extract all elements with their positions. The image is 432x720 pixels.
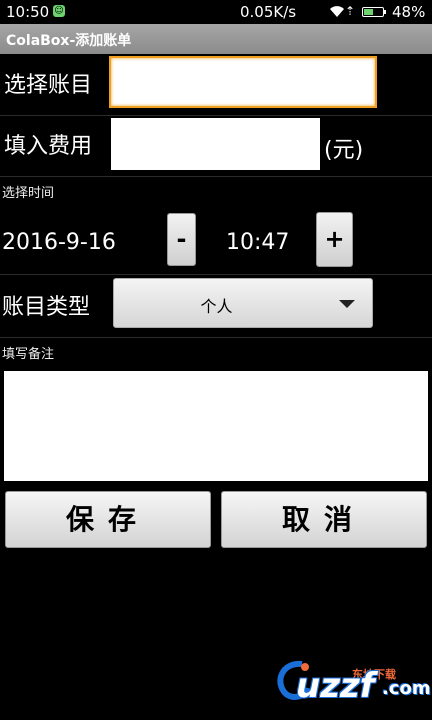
save-button[interactable]: 保存 bbox=[5, 491, 211, 548]
note-label: 填写备注 bbox=[2, 347, 55, 362]
account-field[interactable] bbox=[109, 56, 377, 108]
divider bbox=[0, 337, 432, 338]
type-label: 账目类型 bbox=[2, 295, 91, 320]
wifi-icon bbox=[330, 6, 344, 17]
plus-icon: + bbox=[324, 225, 345, 253]
time-section-label: 选择时间 bbox=[2, 186, 55, 201]
watermark-brand: uzzf bbox=[296, 666, 375, 706]
type-selected-value: 个人 bbox=[200, 297, 233, 316]
note-field[interactable] bbox=[4, 371, 428, 481]
chevron-down-icon bbox=[339, 300, 355, 308]
plus-button[interactable]: + bbox=[316, 212, 353, 267]
cancel-button[interactable]: 取消 bbox=[221, 491, 427, 548]
network-speed: 0.05K/s bbox=[240, 3, 297, 21]
date-display: 2016-9-16 bbox=[2, 230, 116, 255]
title-bar: ColaBox-添加账单 bbox=[0, 24, 432, 54]
battery-fill bbox=[364, 9, 373, 15]
battery-percentage: 48% bbox=[392, 3, 426, 21]
divider bbox=[0, 176, 432, 177]
divider bbox=[0, 274, 432, 275]
account-label: 选择账目 bbox=[4, 73, 93, 98]
cost-label: 填入费用 bbox=[4, 134, 93, 159]
watermark-logo: 东坡下载 uzzf .com bbox=[270, 636, 431, 708]
note-input[interactable] bbox=[4, 371, 428, 481]
type-select[interactable]: 个人 bbox=[113, 278, 373, 328]
notification-badge-icon: ☺ bbox=[53, 5, 65, 17]
cost-input[interactable] bbox=[111, 118, 320, 170]
minus-icon: - bbox=[176, 225, 187, 253]
battery-icon bbox=[362, 7, 386, 17]
upload-icon: ⇡ bbox=[345, 4, 356, 18]
minus-button[interactable]: - bbox=[167, 213, 196, 266]
status-time: 10:50 bbox=[6, 3, 50, 21]
divider bbox=[0, 115, 432, 116]
cost-field[interactable] bbox=[111, 118, 320, 170]
time-display: 10:47 bbox=[226, 230, 290, 255]
cost-unit: (元) bbox=[324, 138, 364, 163]
account-input[interactable] bbox=[111, 58, 375, 106]
app-title: ColaBox-添加账单 bbox=[6, 33, 132, 49]
watermark-suffix: .com bbox=[382, 678, 431, 699]
status-bar: 10:50 ☺ 0.05K/s ⇡ 48% bbox=[0, 0, 432, 24]
